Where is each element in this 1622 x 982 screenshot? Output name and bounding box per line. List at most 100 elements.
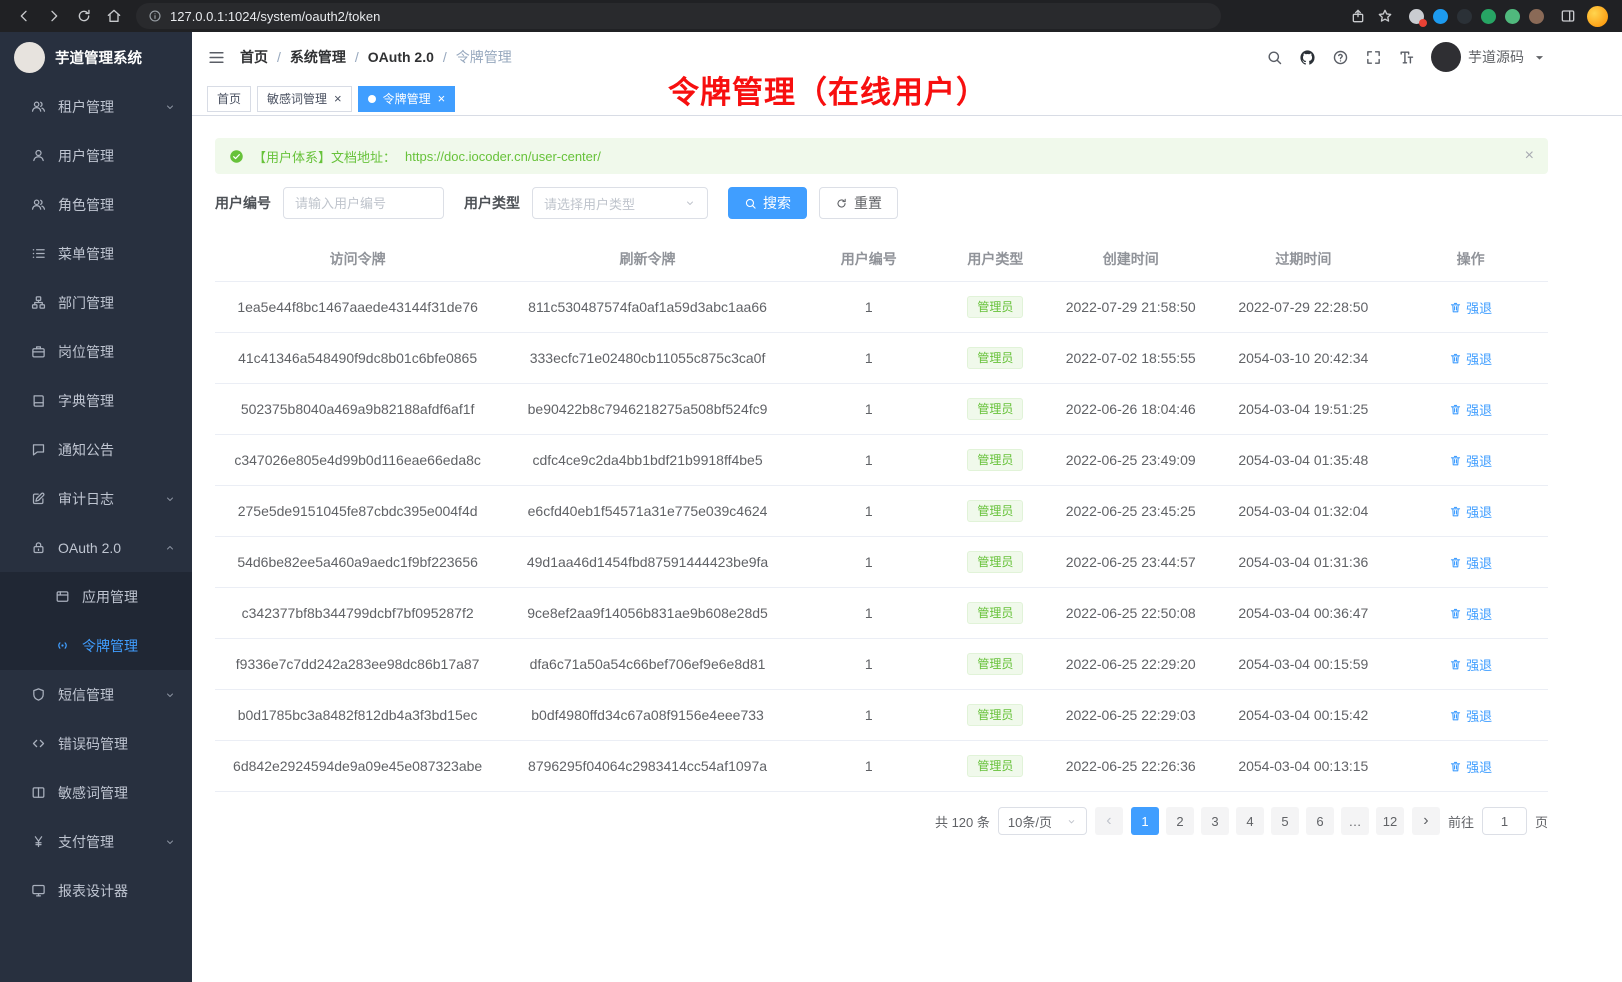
- app-logo[interactable]: 芋道管理系统: [0, 32, 192, 82]
- page-button[interactable]: 1: [1131, 807, 1159, 835]
- expire-time-cell: 2054-03-04 01:31:36: [1213, 537, 1393, 588]
- access-token-cell: c347026e805e4d99b0d116eae66eda8c: [215, 435, 500, 486]
- caret-down-icon: [1531, 49, 1548, 66]
- user-id-input[interactable]: [283, 187, 444, 219]
- table-row: 502375b8040a469a9b82188afdf6af1fbe90422b…: [215, 384, 1548, 435]
- search-button[interactable]: 搜索: [728, 187, 807, 219]
- sidebar-item[interactable]: 错误码管理: [0, 719, 192, 768]
- force-logout-button[interactable]: 强退: [1449, 502, 1492, 521]
- expire-time-cell: 2054-03-04 00:36:47: [1213, 588, 1393, 639]
- address-bar[interactable]: 127.0.0.1:1024/system/oauth2/token: [136, 3, 1221, 29]
- force-logout-button[interactable]: 强退: [1449, 757, 1492, 776]
- user-type-tag: 管理员: [967, 755, 1023, 777]
- close-tab-icon[interactable]: ×: [438, 92, 446, 105]
- breadcrumb-item[interactable]: OAuth 2.0: [368, 49, 434, 65]
- sidebar-item[interactable]: 支付管理: [0, 817, 192, 866]
- sidebar-item[interactable]: 审计日志: [0, 474, 192, 523]
- more-pages-button[interactable]: …: [1341, 807, 1369, 835]
- font-size-icon[interactable]: [1398, 49, 1415, 66]
- access-token-cell: c342377bf8b344799dcbf7bf095287f2: [215, 588, 500, 639]
- forward-button[interactable]: [40, 3, 68, 29]
- collapse-sidebar-button[interactable]: [207, 48, 226, 67]
- extension-icon[interactable]: [1457, 9, 1472, 24]
- browser-profile-avatar[interactable]: [1587, 6, 1608, 27]
- force-logout-button[interactable]: 强退: [1449, 298, 1492, 317]
- window-icon: [55, 589, 70, 604]
- breadcrumb-item[interactable]: 系统管理: [290, 47, 346, 67]
- user-type-select[interactable]: 请选择用户类型: [532, 187, 708, 219]
- sidebar-item[interactable]: OAuth 2.0: [0, 523, 192, 572]
- sidebar-item[interactable]: 令牌管理: [0, 621, 192, 670]
- sidebar-item[interactable]: 岗位管理: [0, 327, 192, 376]
- sidebar-item[interactable]: 短信管理: [0, 670, 192, 719]
- goto-page-input[interactable]: [1482, 807, 1527, 835]
- sidebar-item[interactable]: 敏感词管理: [0, 768, 192, 817]
- sidebar-item[interactable]: 租户管理: [0, 82, 192, 131]
- share-icon[interactable]: [1350, 8, 1366, 24]
- doc-link[interactable]: https://doc.iocoder.cn/user-center/: [405, 149, 601, 164]
- user-type-cell: 管理员: [943, 333, 1048, 384]
- trash-icon: [1449, 658, 1462, 671]
- reload-button[interactable]: [70, 3, 98, 29]
- sidebar-item[interactable]: 部门管理: [0, 278, 192, 327]
- force-logout-button[interactable]: 强退: [1449, 706, 1492, 725]
- sidebar-item[interactable]: 角色管理: [0, 180, 192, 229]
- sidebar-item[interactable]: 通知公告: [0, 425, 192, 474]
- page-size-select[interactable]: 10条/页: [998, 807, 1087, 835]
- sidebar-item[interactable]: 字典管理: [0, 376, 192, 425]
- force-logout-button[interactable]: 强退: [1449, 451, 1492, 470]
- tab[interactable]: 敏感词管理 ×: [257, 86, 352, 112]
- sidebar-item[interactable]: 用户管理: [0, 131, 192, 180]
- breadcrumb-item[interactable]: 首页: [240, 47, 268, 67]
- force-logout-button[interactable]: 强退: [1449, 553, 1492, 572]
- user-id-cell: 1: [795, 435, 943, 486]
- sidebar-item-label: 字典管理: [58, 391, 176, 411]
- force-logout-button[interactable]: 强退: [1449, 604, 1492, 623]
- bookmark-star-icon[interactable]: [1377, 8, 1393, 24]
- sidebar-toggle-icon[interactable]: [1560, 8, 1576, 24]
- page-button[interactable]: 12: [1376, 807, 1404, 835]
- home-button[interactable]: [100, 3, 128, 29]
- force-logout-button[interactable]: 强退: [1449, 349, 1492, 368]
- users-icon: [31, 197, 46, 212]
- help-icon[interactable]: [1332, 49, 1349, 66]
- tab[interactable]: 首页: [207, 86, 251, 112]
- search-icon[interactable]: [1266, 49, 1283, 66]
- page-button[interactable]: 6: [1306, 807, 1334, 835]
- alert-close-icon[interactable]: ×: [1525, 148, 1534, 164]
- next-page-button[interactable]: ›: [1412, 807, 1440, 835]
- app-window: 芋道管理系统 租户管理用户管理角色管理菜单管理部门管理岗位管理字典管理通知公告审…: [0, 32, 1622, 982]
- created-time-cell: 2022-06-26 18:04:46: [1048, 384, 1213, 435]
- tab[interactable]: 令牌管理×: [358, 86, 456, 112]
- table-head-row: 访问令牌刷新令牌用户编号用户类型创建时间过期时间操作: [215, 237, 1548, 282]
- chevron-up-icon: [164, 542, 176, 554]
- extension-icon[interactable]: [1505, 9, 1520, 24]
- sidebar-item-label: 错误码管理: [58, 734, 176, 754]
- sidebar-item[interactable]: 应用管理: [0, 572, 192, 621]
- extension-icon[interactable]: [1409, 9, 1424, 24]
- site-info-icon[interactable]: [148, 9, 162, 23]
- sidebar-item[interactable]: 报表设计器: [0, 866, 192, 915]
- action-cell: 强退: [1393, 537, 1548, 588]
- extension-icon[interactable]: [1481, 9, 1496, 24]
- page-button[interactable]: 3: [1201, 807, 1229, 835]
- close-tab-icon[interactable]: ×: [334, 92, 342, 105]
- force-logout-button[interactable]: 强退: [1449, 655, 1492, 674]
- extension-icon[interactable]: [1433, 9, 1448, 24]
- github-icon[interactable]: [1299, 49, 1316, 66]
- briefcase-icon: [31, 344, 46, 359]
- back-button[interactable]: [10, 3, 38, 29]
- page-button[interactable]: 2: [1166, 807, 1194, 835]
- tab-label: 敏感词管理: [267, 90, 327, 107]
- force-logout-button[interactable]: 强退: [1449, 400, 1492, 419]
- access-token-cell: 6d842e2924594de9a09e45e087323abe: [215, 741, 500, 792]
- fullscreen-icon[interactable]: [1365, 49, 1382, 66]
- prev-page-button[interactable]: ‹: [1095, 807, 1123, 835]
- page-button[interactable]: 5: [1271, 807, 1299, 835]
- page-button[interactable]: 4: [1236, 807, 1264, 835]
- sidebar-item[interactable]: 菜单管理: [0, 229, 192, 278]
- force-logout-label: 强退: [1466, 706, 1492, 725]
- reset-button[interactable]: 重置: [819, 187, 898, 219]
- extension-icon[interactable]: [1529, 9, 1544, 24]
- user-dropdown[interactable]: 芋道源码: [1431, 42, 1548, 72]
